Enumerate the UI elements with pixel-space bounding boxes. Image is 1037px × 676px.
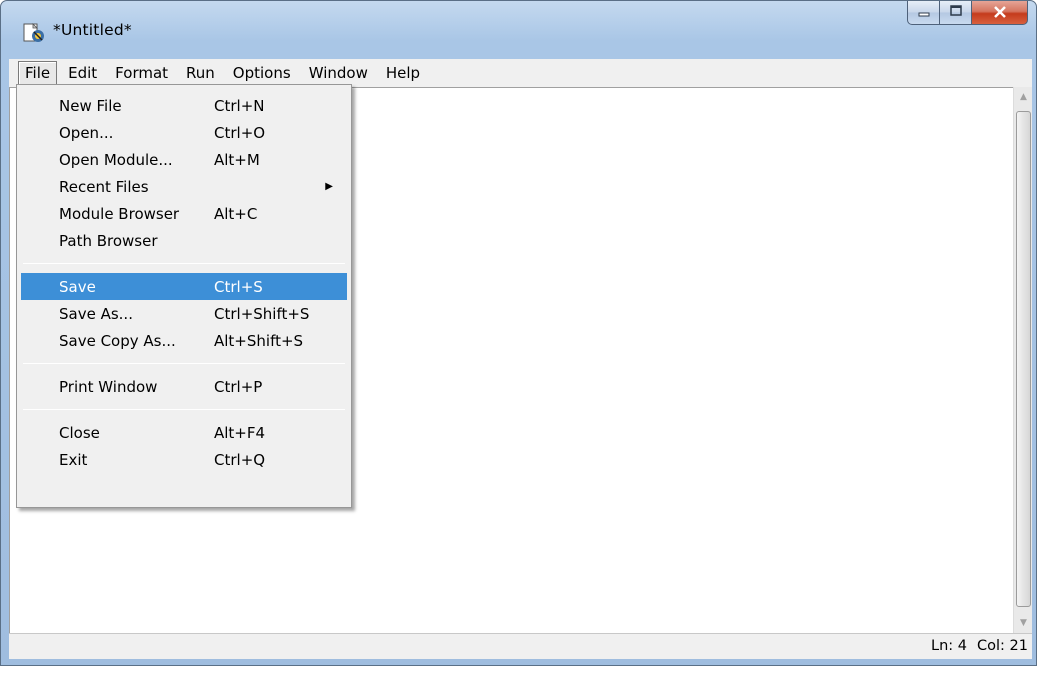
status-line: Ln: 4 bbox=[931, 638, 968, 654]
maximize-icon bbox=[949, 5, 963, 20]
menu-item-label: Print Window bbox=[59, 377, 158, 396]
menu-item-label: New File bbox=[59, 96, 122, 115]
menu-item-label: Recent Files bbox=[59, 177, 149, 196]
menu-item-shortcut: Ctrl+N bbox=[214, 96, 265, 115]
menu-item-save-copy-as[interactable]: Save Copy As... Alt+Shift+S bbox=[21, 327, 347, 354]
menu-help[interactable]: Help bbox=[379, 61, 427, 85]
close-icon bbox=[993, 3, 1007, 22]
menu-item-label: Open Module... bbox=[59, 150, 173, 169]
menu-item-shortcut: Alt+F4 bbox=[214, 423, 266, 442]
menu-separator bbox=[23, 409, 345, 410]
menu-item-print-window[interactable]: Print Window Ctrl+P bbox=[21, 373, 347, 400]
minimize-icon bbox=[917, 6, 931, 20]
menu-item-recent-files[interactable]: Recent Files ▶ bbox=[21, 173, 347, 200]
menu-bar: File Edit Format Run Options Window Help bbox=[9, 59, 1032, 87]
window-title: *Untitled* bbox=[53, 21, 132, 39]
scrollbar-thumb[interactable] bbox=[1016, 111, 1031, 607]
scroll-up-arrow-icon[interactable]: ▲ bbox=[1014, 87, 1033, 107]
vertical-scrollbar[interactable]: ▲ ▼ bbox=[1013, 87, 1032, 633]
menu-item-shortcut: Ctrl+O bbox=[214, 123, 266, 142]
status-col: Col: 21 bbox=[977, 638, 1028, 654]
menu-format[interactable]: Format bbox=[108, 61, 175, 85]
menu-item-path-browser[interactable]: Path Browser bbox=[21, 227, 347, 254]
menu-item-open-module[interactable]: Open Module... Alt+M bbox=[21, 146, 347, 173]
file-menu-dropdown: New File Ctrl+N Open... Ctrl+O Open Modu… bbox=[16, 84, 352, 508]
menu-item-label: Module Browser bbox=[59, 204, 180, 223]
menu-file[interactable]: File bbox=[18, 61, 58, 85]
menu-separator bbox=[23, 263, 345, 264]
menu-item-label: Save As... bbox=[59, 304, 133, 323]
menu-run[interactable]: Run bbox=[179, 61, 222, 85]
minimize-button[interactable] bbox=[907, 1, 940, 25]
menu-window[interactable]: Window bbox=[302, 61, 375, 85]
menu-item-label: Save Copy As... bbox=[59, 331, 176, 350]
menu-item-shortcut: Ctrl+Shift+S bbox=[214, 304, 310, 323]
menu-item-shortcut: Ctrl+P bbox=[214, 377, 263, 396]
menu-item-shortcut: Alt+C bbox=[214, 204, 258, 223]
menu-item-shortcut: Ctrl+S bbox=[214, 277, 263, 296]
menu-item-new-file[interactable]: New File Ctrl+N bbox=[21, 92, 347, 119]
menu-item-open[interactable]: Open... Ctrl+O bbox=[21, 119, 347, 146]
menu-separator bbox=[23, 363, 345, 364]
scroll-down-arrow-icon[interactable]: ▼ bbox=[1014, 613, 1033, 633]
menu-item-label: Exit bbox=[59, 450, 88, 469]
menu-item-save[interactable]: Save Ctrl+S bbox=[21, 273, 347, 300]
python-idle-icon bbox=[23, 23, 45, 43]
maximize-button[interactable] bbox=[940, 1, 972, 25]
menu-item-label: Close bbox=[59, 423, 100, 442]
menu-options[interactable]: Options bbox=[226, 61, 298, 85]
status-bar: Ln: 4 Col: 21 bbox=[9, 633, 1032, 659]
menu-item-shortcut: Alt+Shift+S bbox=[214, 331, 304, 350]
menu-item-label: Open... bbox=[59, 123, 114, 142]
menu-item-module-browser[interactable]: Module Browser Alt+C bbox=[21, 200, 347, 227]
menu-item-label: Path Browser bbox=[59, 231, 158, 250]
submenu-arrow-icon: ▶ bbox=[325, 181, 333, 192]
menu-item-shortcut: Ctrl+Q bbox=[214, 450, 266, 469]
title-bar[interactable]: *Untitled* bbox=[1, 1, 1036, 59]
menu-item-shortcut: Alt+M bbox=[214, 150, 260, 169]
menu-item-close[interactable]: Close Alt+F4 bbox=[21, 419, 347, 446]
menu-item-save-as[interactable]: Save As... Ctrl+Shift+S bbox=[21, 300, 347, 327]
menu-item-label: Save bbox=[59, 277, 96, 296]
menu-item-exit[interactable]: Exit Ctrl+Q bbox=[21, 446, 347, 473]
close-button[interactable] bbox=[972, 1, 1028, 25]
window-controls bbox=[907, 1, 1028, 25]
menu-edit[interactable]: Edit bbox=[61, 61, 104, 85]
cursor-position: Ln: 4 Col: 21 bbox=[931, 638, 1028, 654]
